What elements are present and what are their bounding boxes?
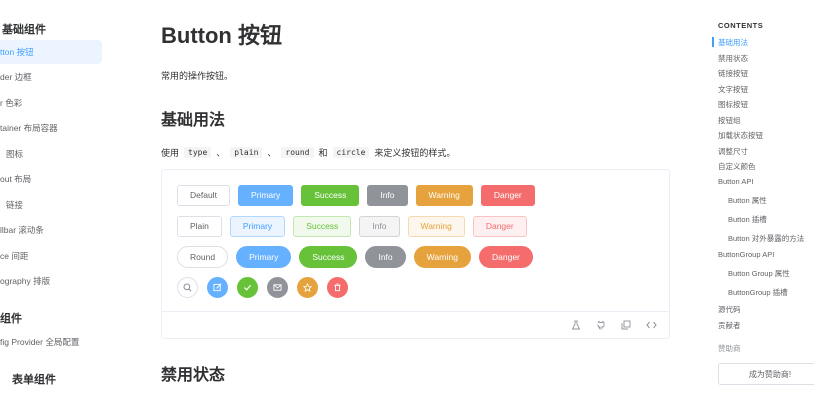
usage-prefix: 使用 [161, 148, 180, 158]
main-content: Button 按钮 常用的操作按钮。 基础用法 使用 type 、 plain … [161, 0, 671, 400]
page-description: 常用的操作按钮。 [161, 71, 234, 81]
sidebar-item-color[interactable]: r 色彩 [0, 91, 102, 115]
toc-item[interactable]: Button 对外暴露的方法 [728, 233, 804, 244]
toc-item[interactable]: 加载状态按钮 [718, 130, 763, 141]
usage-sep: 、 [267, 148, 277, 158]
copy-icon[interactable] [621, 320, 631, 330]
section-title-basic: 基础用法 [161, 112, 226, 129]
sidebar-group-basic: 基础组件 [2, 24, 46, 36]
default-button[interactable]: Default [177, 185, 230, 206]
github-icon[interactable] [596, 320, 606, 330]
delete-icon [334, 283, 341, 292]
toc-item[interactable]: 链接按钮 [718, 68, 748, 79]
toc-item[interactable]: 基础用法 [712, 37, 748, 48]
info-button[interactable]: Info [367, 185, 408, 206]
sidebar-item-button[interactable]: tton 按钮 [0, 40, 102, 64]
demo-row-circle [177, 277, 348, 298]
message-icon [273, 284, 282, 291]
circle-delete-button[interactable] [327, 277, 348, 298]
demo-row-plain: Plain Primary Success Info Warning Dange… [177, 216, 527, 237]
danger-button[interactable]: Danger [480, 185, 535, 206]
toc-item[interactable]: 自定义颜色 [718, 161, 756, 172]
become-sponsor-button[interactable]: 成为赞助商! [718, 363, 814, 385]
page-title: Button 按钮 [161, 23, 282, 48]
usage-and: 和 [318, 148, 328, 158]
sidebar-item-typography[interactable]: ography 排版 [0, 269, 102, 293]
plain-danger-button[interactable]: Danger [472, 216, 527, 237]
sidebar-group-form: 表单组件 [12, 374, 56, 386]
toc-item[interactable]: 贡献者 [718, 320, 741, 331]
sidebar-item-config-provider[interactable]: fig Provider 全局配置 [0, 330, 102, 354]
round-primary-button[interactable]: Primary [236, 246, 292, 268]
circle-edit-button[interactable] [207, 277, 228, 298]
toc-item[interactable]: 按钮组 [718, 115, 741, 126]
toc-item[interactable]: 图标按钮 [718, 99, 748, 110]
demo-row-default: Default Primary Success Info Warning Dan… [177, 185, 535, 206]
toc-item[interactable]: 调整尺寸 [718, 146, 748, 157]
code-icon[interactable] [646, 320, 657, 330]
round-warning-button[interactable]: Warning [413, 246, 471, 268]
toc-title: CONTENTS [718, 21, 764, 30]
toc-item[interactable]: 禁用状态 [718, 53, 748, 64]
sidebar-group-config: 组件 [0, 313, 22, 325]
sidebar-item-layout[interactable]: out 布局 [0, 167, 102, 191]
circle-message-button[interactable] [267, 277, 288, 298]
flask-icon[interactable] [571, 320, 581, 330]
code-plain: plain [230, 147, 263, 158]
plain-success-button[interactable]: Success [293, 216, 352, 237]
search-icon [183, 283, 192, 292]
toc-item[interactable]: 文字按钮 [718, 84, 748, 95]
primary-button[interactable]: Primary [237, 185, 294, 206]
sidebar-item-scrollbar[interactable]: llbar 滚动条 [0, 218, 102, 242]
round-button[interactable]: Round [177, 246, 229, 268]
plain-warning-button[interactable]: Warning [407, 216, 465, 237]
toc-item[interactable]: ButtonGroup 插槽 [728, 287, 788, 298]
demo-row-round: Round Primary Success Info Warning Dange… [177, 246, 533, 268]
check-icon [243, 284, 252, 291]
code-round: round [281, 147, 314, 158]
sidebar-item-space[interactable]: ce 间距 [0, 244, 102, 268]
section-title-disabled: 禁用状态 [161, 367, 226, 384]
code-circle: circle [332, 147, 370, 158]
plain-info-button[interactable]: Info [359, 216, 400, 237]
toc-item[interactable]: ButtonGroup API [718, 250, 774, 259]
circle-check-button[interactable] [237, 277, 258, 298]
usage-description: 使用 type 、 plain 、 round 和 circle 来定义按钮的样… [161, 146, 455, 159]
star-icon [303, 283, 312, 292]
edit-icon [213, 283, 222, 292]
toc-item[interactable]: Button 插槽 [728, 214, 767, 225]
sidebar-item-link[interactable]: 链接 [0, 193, 102, 217]
code-type: type [184, 147, 212, 158]
usage-sep: 、 [216, 148, 226, 158]
toc-item[interactable]: Button Group 属性 [728, 268, 790, 279]
plain-button[interactable]: Plain [177, 216, 222, 237]
toc-item[interactable]: Button 属性 [728, 195, 767, 206]
success-button[interactable]: Success [301, 185, 360, 206]
demo-block: Default Primary Success Info Warning Dan… [161, 169, 670, 339]
round-danger-button[interactable]: Danger [479, 246, 533, 268]
demo-footer-toolbar [162, 311, 669, 338]
sponsor-label: 赞助商 [718, 344, 741, 353]
sidebar-item-border[interactable]: der 边框 [0, 65, 102, 89]
round-info-button[interactable]: Info [365, 246, 406, 268]
usage-suffix: 来定义按钮的样式。 [374, 148, 456, 158]
circle-search-button[interactable] [177, 277, 198, 298]
round-success-button[interactable]: Success [299, 246, 358, 268]
plain-primary-button[interactable]: Primary [229, 216, 286, 237]
sidebar-nav: 基础组件 tton 按钮 der 边框 r 色彩 tainer 布局容器 图标 … [0, 0, 110, 400]
toc-item[interactable]: Button API [718, 177, 753, 186]
sidebar-item-container[interactable]: tainer 布局容器 [0, 116, 102, 140]
sidebar-item-icon[interactable]: 图标 [0, 142, 102, 166]
warning-button[interactable]: Warning [415, 185, 473, 206]
circle-star-button[interactable] [297, 277, 318, 298]
table-of-contents: CONTENTS 基础用法禁用状态链接按钮文字按钮图标按钮按钮组加载状态按钮 调整… [712, 0, 814, 400]
toc-item[interactable]: 源代码 [718, 304, 741, 315]
